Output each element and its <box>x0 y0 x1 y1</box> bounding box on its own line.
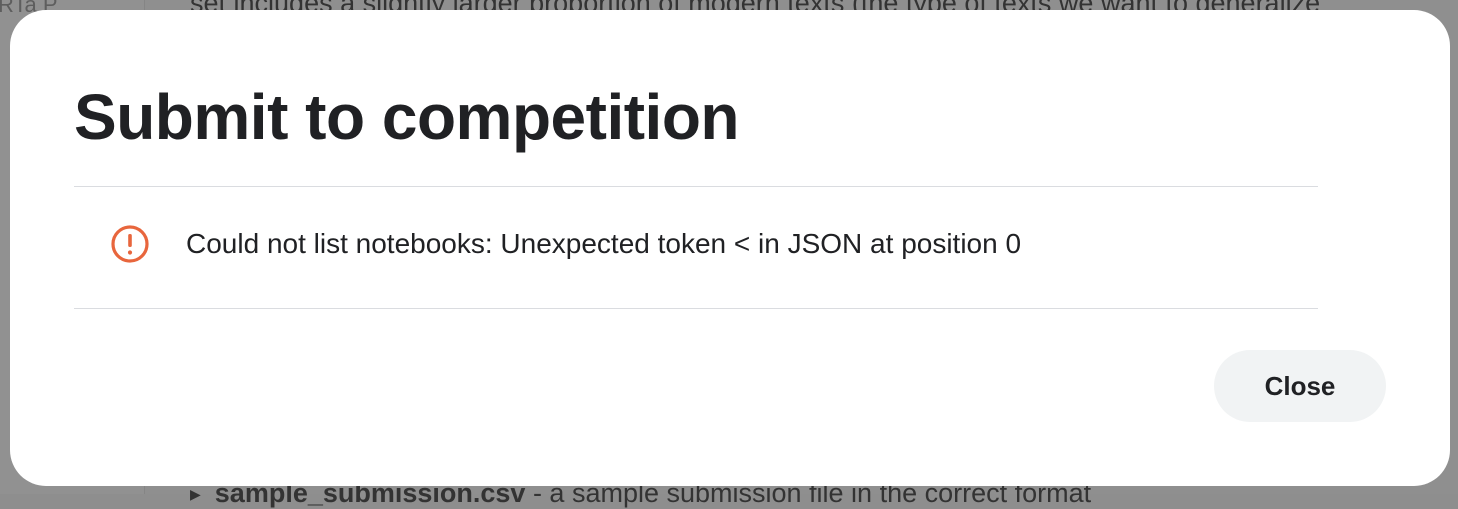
error-message: Could not list notebooks: Unexpected tok… <box>186 228 1022 259</box>
dialog-title: Submit to competition <box>74 81 740 153</box>
divider <box>74 308 1318 309</box>
close-button[interactable]: Close <box>1214 350 1386 422</box>
divider <box>74 186 1318 187</box>
submit-dialog: Submit to competition Could not list not… <box>10 10 1450 486</box>
error-message-row: Could not list notebooks: Unexpected tok… <box>110 224 1021 264</box>
alert-circle-icon <box>111 225 149 263</box>
triangle-bullet-icon: ▶ <box>190 486 201 503</box>
